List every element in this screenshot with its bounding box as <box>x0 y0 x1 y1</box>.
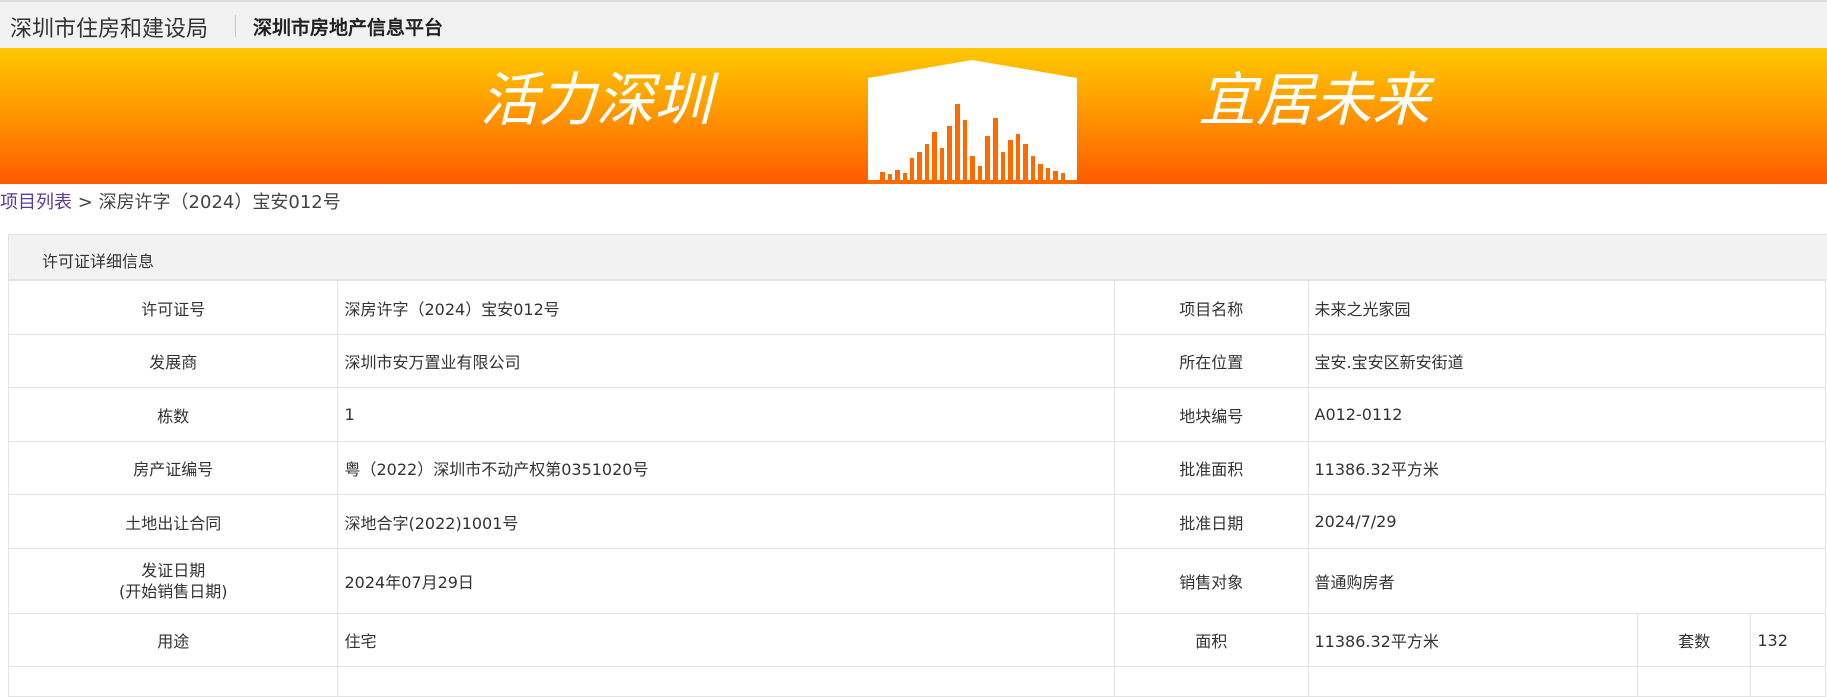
issue-date-label-line2: (开始销售日期) <box>118 582 228 601</box>
area-label: 面积 <box>1113 613 1309 667</box>
banner-graphic: 活力深圳 宜居未来 <box>480 60 1435 184</box>
header-divider <box>235 15 236 37</box>
panel-header: 许可证详细信息 <box>9 235 1827 280</box>
permit-detail-table: 许可证号 深房许字（2024）宝安012号 项目名称 未来之光家园 发展商 深圳… <box>7 280 1826 697</box>
permit-no-value: 深房许字（2024）宝安012号 <box>337 280 1115 335</box>
buildings-value: 1 <box>337 387 1115 442</box>
issue-date-value: 2024年07月29日 <box>337 548 1115 614</box>
table-row: 用途 住宅 面积 11386.32平方米 套数 132 <box>7 613 1826 667</box>
project-name-label: 项目名称 <box>1113 280 1309 335</box>
table-cell <box>1307 666 1639 697</box>
land-contract-value: 深地合字(2022)1001号 <box>337 494 1115 549</box>
issue-date-label: 发证日期 (开始销售日期) <box>7 548 339 614</box>
table-row: 许可证号 深房许字（2024）宝安012号 项目名称 未来之光家园 <box>7 280 1826 335</box>
house-skyline-logo <box>868 60 1077 184</box>
developer-label: 发展商 <box>7 334 339 388</box>
issue-date-label-line1: 发证日期 <box>141 561 206 580</box>
table-row <box>7 666 1826 697</box>
approved-area-label: 批准面积 <box>1113 441 1309 495</box>
banner-slogan-right: 宜居未来 <box>1198 66 1435 134</box>
table-cell <box>1637 666 1752 697</box>
units-value: 132 <box>1750 613 1826 667</box>
usage-value: 住宅 <box>337 613 1115 667</box>
table-row: 房产证编号 粤（2022）深圳市不动产权第0351020号 批准面积 11386… <box>7 441 1826 495</box>
project-name-value: 未来之光家园 <box>1307 280 1826 335</box>
top-bar: 深圳市住房和建设局 深圳市房地产信息平台 <box>0 0 1827 48</box>
area-value: 11386.32平方米 <box>1307 613 1639 667</box>
table-row: 栋数 1 地块编号 A012-0112 <box>7 387 1826 442</box>
permit-no-label: 许可证号 <box>7 280 339 335</box>
agency-name[interactable]: 深圳市住房和建设局 <box>10 11 208 43</box>
platform-title[interactable]: 深圳市房地产信息平台 <box>253 13 443 40</box>
banner-slogan-left: 活力深圳 <box>480 66 720 134</box>
table-cell <box>1113 666 1309 697</box>
land-contract-label: 土地出让合同 <box>7 494 339 549</box>
property-cert-label: 房产证编号 <box>7 441 339 495</box>
property-cert-value: 粤（2022）深圳市不动产权第0351020号 <box>337 441 1115 495</box>
table-row: 发证日期 (开始销售日期) 2024年07月29日 销售对象 普通购房者 <box>7 548 1826 614</box>
location-label: 所在位置 <box>1113 334 1309 388</box>
breadcrumb-link-project-list[interactable]: 项目列表 <box>0 192 72 213</box>
table-cell <box>1750 666 1826 697</box>
banner: 活力深圳 宜居未来 <box>0 48 1827 184</box>
approval-date-label: 批准日期 <box>1113 494 1309 549</box>
permit-detail-panel: 许可证详细信息 许可证号 深房许字（2024）宝安012号 项目名称 未来之光家… <box>7 234 1827 697</box>
usage-label: 用途 <box>7 613 339 667</box>
table-cell <box>337 666 1115 697</box>
breadcrumb-current: 深房许字（2024）宝安012号 <box>98 192 341 213</box>
panel-title: 许可证详细信息 <box>42 252 155 271</box>
units-label: 套数 <box>1637 613 1752 667</box>
breadcrumb-separator: > <box>77 192 93 213</box>
location-value: 宝安.宝安区新安街道 <box>1307 334 1826 388</box>
table-row: 土地出让合同 深地合字(2022)1001号 批准日期 2024/7/29 <box>7 494 1826 549</box>
approved-area-value: 11386.32平方米 <box>1307 441 1826 495</box>
approval-date-value: 2024/7/29 <box>1307 494 1826 549</box>
plot-no-label: 地块编号 <box>1113 387 1309 442</box>
sales-target-value: 普通购房者 <box>1307 548 1826 614</box>
table-cell <box>7 666 339 697</box>
developer-value: 深圳市安万置业有限公司 <box>337 334 1115 388</box>
plot-no-value: A012-0112 <box>1307 387 1826 442</box>
table-row: 发展商 深圳市安万置业有限公司 所在位置 宝安.宝安区新安街道 <box>7 334 1826 388</box>
sales-target-label: 销售对象 <box>1113 548 1309 614</box>
breadcrumb: 项目列表 > 深房许字（2024）宝安012号 <box>0 188 341 214</box>
buildings-label: 栋数 <box>7 387 339 442</box>
